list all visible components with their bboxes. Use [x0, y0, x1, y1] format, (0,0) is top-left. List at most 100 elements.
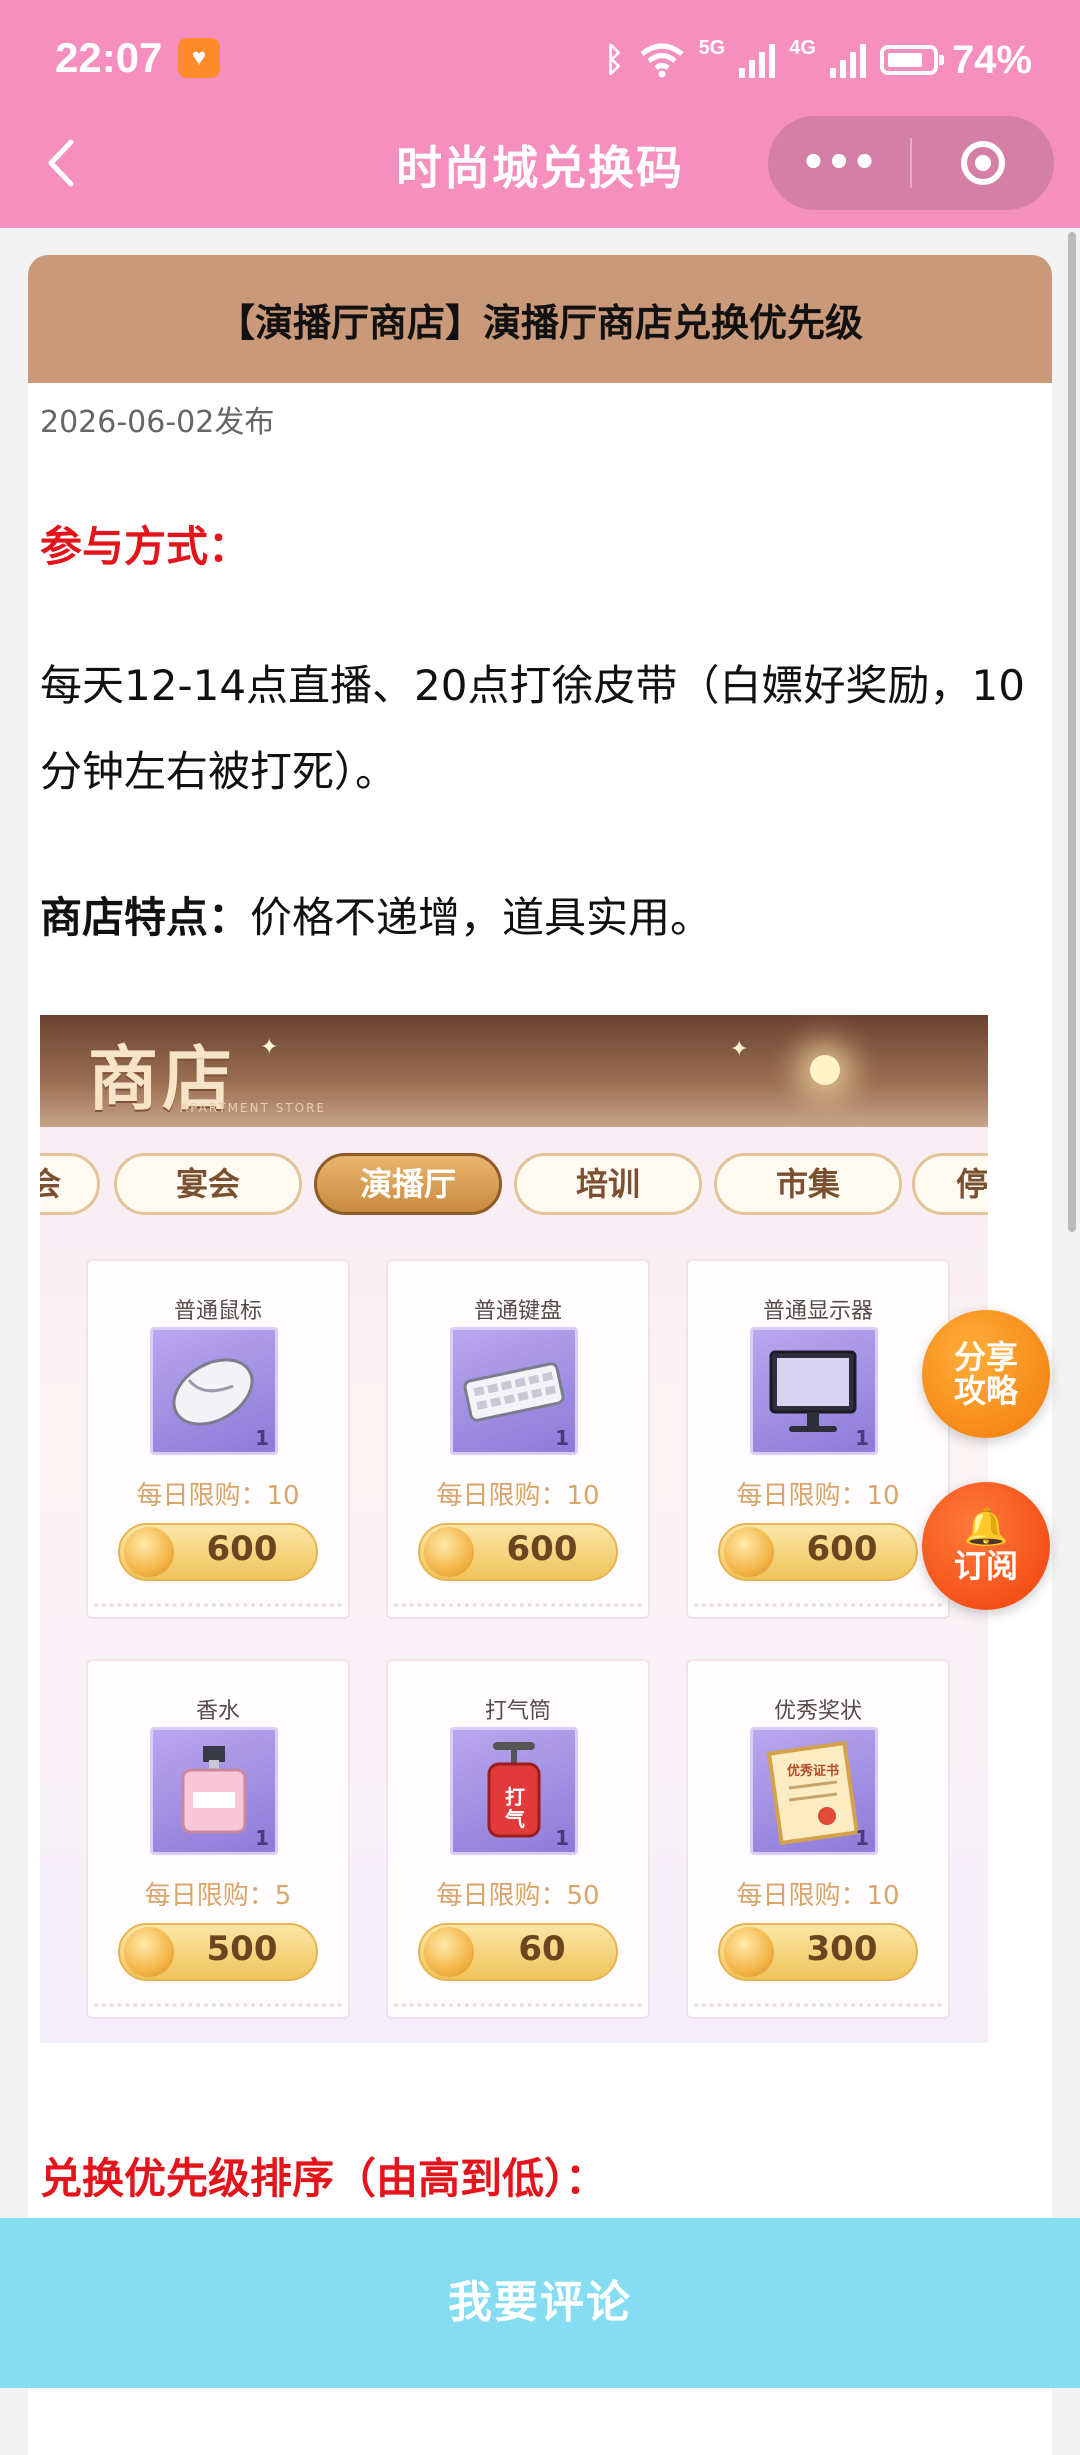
dotted-divider	[94, 1603, 342, 1607]
publish-date: 2026-06-02发布	[40, 405, 275, 440]
coin-icon	[724, 1927, 774, 1977]
status-time: 22:07	[55, 34, 163, 81]
shop-item-air-pump[interactable]: 打气筒 打气 1 每日限购：50 60	[386, 1659, 650, 2019]
dotted-divider	[394, 1603, 642, 1607]
close-program-button[interactable]	[912, 141, 1054, 185]
mini-program-capsule: •••	[768, 116, 1054, 210]
status-bar: 22:07 ♥ ᛒ 5G 4G 74%	[0, 0, 1080, 118]
item-quantity: 1	[255, 1426, 269, 1450]
sparkle-icon: ✦	[260, 1035, 279, 1060]
comment-button[interactable]: 我要评论	[0, 2218, 1080, 2388]
section-title-priority: 兑换优先级排序（由高到低）：	[40, 2154, 608, 2203]
item-quantity: 1	[855, 1826, 869, 1850]
shop-item-perfume[interactable]: 香水 1 每日限购：5 500	[86, 1659, 350, 2019]
share-label-line2: 攻略	[953, 1372, 1018, 1410]
item-limit: 每日限购：10	[736, 1481, 900, 1511]
item-quantity: 1	[255, 1826, 269, 1850]
shop-tabs: 会 宴会 演播厅 培训 市集 停	[40, 1153, 988, 1223]
item-limit: 每日限购：10	[736, 1881, 900, 1911]
item-price: 600	[206, 1529, 278, 1569]
subscribe-button[interactable]: 🔔 订阅	[922, 1482, 1050, 1610]
coin-icon	[124, 1927, 174, 1977]
dotted-divider	[694, 2003, 942, 2007]
signal-5g-icon	[739, 42, 776, 78]
article-card: 【演播厅商店】演播厅商店兑换优先级 2026-06-02发布 参与方式： 每天1…	[28, 255, 1052, 2455]
app-notification-icon: ♥	[178, 38, 220, 78]
scrollbar[interactable]	[1068, 232, 1076, 1232]
buy-button[interactable]: 600	[718, 1523, 918, 1581]
buy-button[interactable]: 600	[418, 1523, 618, 1581]
item-price: 600	[806, 1529, 878, 1569]
dotted-divider	[394, 2003, 642, 2007]
coin-icon	[124, 1527, 174, 1577]
buy-button[interactable]: 600	[118, 1523, 318, 1581]
item-name: 普通鼠标	[173, 1299, 262, 1324]
shop-subtitle: APARTMENT STORE	[180, 1101, 327, 1115]
more-options-button[interactable]: •••	[768, 116, 910, 210]
app-header: 22:07 ♥ ᛒ 5G 4G 74% 时尚城兑换码 •••	[0, 0, 1080, 228]
item-name: 普通显示器	[762, 1299, 873, 1324]
status-icons: ᛒ 5G 4G 74%	[604, 30, 1032, 90]
sparkle-icon: ✦	[730, 1037, 749, 1062]
buy-button[interactable]: 300	[718, 1923, 918, 1981]
shop-item-certificate[interactable]: 优秀奖状 优秀证书 1 每日限购：10 300	[686, 1659, 950, 2019]
shop-banner: 商店 APARTMENT STORE ✦ ✦	[40, 1015, 988, 1127]
subscribe-label: 订阅	[953, 1547, 1018, 1585]
item-price: 600	[506, 1529, 578, 1569]
target-icon	[961, 141, 1005, 185]
network-4g-label: 4G	[789, 36, 816, 59]
coin-icon	[424, 1527, 474, 1577]
item-limit: 每日限购：50	[436, 1881, 600, 1911]
item-limit: 每日限购：10	[436, 1481, 600, 1511]
item-quantity: 1	[855, 1426, 869, 1450]
shop-tab-market[interactable]: 市集	[714, 1153, 902, 1215]
bell-icon: 🔔	[963, 1507, 1009, 1548]
shop-tab-partial-right[interactable]: 停	[912, 1153, 988, 1215]
shop-tab-studio[interactable]: 演播厅	[314, 1153, 502, 1215]
certificate-icon-text: 优秀证书	[787, 1764, 840, 1779]
item-quantity: 1	[555, 1826, 569, 1850]
bluetooth-icon: ᛒ	[604, 41, 625, 79]
shop-feature-text: 价格不递增，道具实用。	[250, 893, 713, 942]
light-glow	[810, 1055, 840, 1085]
share-guide-button[interactable]: 分享 攻略	[922, 1310, 1050, 1438]
network-5g-label: 5G	[698, 36, 726, 59]
keyboard-icon: 1	[450, 1327, 578, 1455]
air-pump-icon: 打气 1	[450, 1727, 578, 1855]
monitor-icon: 1	[750, 1327, 878, 1455]
perfume-icon: 1	[150, 1727, 278, 1855]
share-label-line1: 分享	[953, 1338, 1018, 1376]
shop-item-mouse[interactable]: 普通鼠标 1 每日限购：10 600	[86, 1259, 350, 1619]
item-name: 香水	[195, 1699, 240, 1724]
item-name: 优秀奖状	[773, 1699, 862, 1724]
coin-icon	[724, 1527, 774, 1577]
wifi-icon	[640, 43, 684, 78]
item-price: 500	[206, 1929, 278, 1969]
shop-tab-training[interactable]: 培训	[514, 1153, 702, 1215]
item-price: 300	[806, 1929, 878, 1969]
signal-4g-icon	[829, 42, 866, 78]
item-name: 普通键盘	[473, 1299, 562, 1324]
item-quantity: 1	[555, 1426, 569, 1450]
buy-button[interactable]: 500	[118, 1923, 318, 1981]
shop-item-monitor[interactable]: 普通显示器 1 每日限购：10 600	[686, 1259, 950, 1619]
buy-button[interactable]: 60	[418, 1923, 618, 1981]
participation-text: 每天12-14点直播、20点打徐皮带（白嫖好奖励，10分钟左右被打死）。	[40, 661, 1025, 796]
shop-tab-partial-left[interactable]: 会	[40, 1153, 100, 1215]
article-header: 【演播厅商店】演播厅商店兑换优先级	[28, 255, 1052, 383]
item-limit: 每日限购：5	[144, 1881, 292, 1911]
battery-icon	[879, 45, 944, 75]
item-price: 60	[518, 1929, 566, 1969]
shop-screenshot-image[interactable]: 商店 APARTMENT STORE ✦ ✦ 会 宴会 演播厅 培训 市集 停 …	[40, 1015, 988, 2043]
shop-feature-paragraph: 商店特点：价格不递增，道具实用。	[40, 875, 1040, 961]
certificate-icon: 优秀证书 1	[750, 1727, 878, 1855]
shop-tab-banquet[interactable]: 宴会	[114, 1153, 302, 1215]
mouse-icon: 1	[150, 1327, 278, 1455]
coin-icon	[424, 1927, 474, 1977]
pump-icon-text: 打气	[505, 1785, 525, 1831]
battery-percent: 74%	[951, 37, 1032, 82]
shop-item-keyboard[interactable]: 普通键盘 1 每日限购：10 600	[386, 1259, 650, 1619]
item-limit: 每日限购：10	[136, 1481, 300, 1511]
item-name: 打气筒	[484, 1699, 551, 1724]
shop-feature-label: 商店特点：	[40, 893, 251, 942]
